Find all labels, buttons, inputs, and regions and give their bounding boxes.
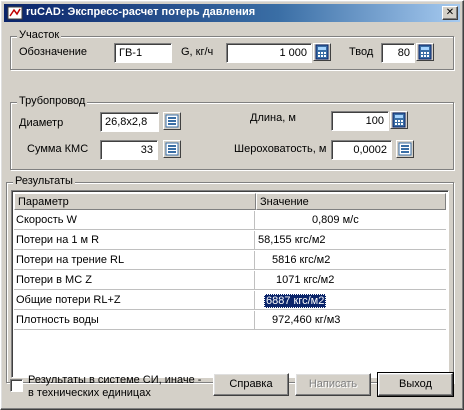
sherokhovatost-field[interactable]: 0,0002 bbox=[331, 140, 392, 160]
oboznachenie-label: Обозначение bbox=[19, 46, 88, 58]
app-window: ruCAD: Экспресс-расчет потерь давления ✕… bbox=[0, 0, 464, 410]
g-flow-field[interactable]: 1 000 bbox=[226, 43, 312, 63]
close-icon: ✕ bbox=[445, 7, 455, 18]
window-title: ruCAD: Экспресс-расчет потерь давления bbox=[26, 6, 256, 18]
write-button[interactable]: Написать bbox=[295, 373, 371, 396]
param-cell: Потери в МС Z bbox=[14, 271, 255, 290]
list-icon bbox=[398, 142, 412, 156]
dlina-field[interactable]: 100 bbox=[331, 111, 389, 131]
results-grid[interactable]: Параметр Значение Скорость W 0,809 м/с П… bbox=[11, 190, 449, 378]
summa-kms-field[interactable]: 33 bbox=[100, 140, 158, 160]
g-calc-button[interactable] bbox=[313, 43, 331, 61]
section-truboprovod-title: Трубопровод bbox=[17, 95, 88, 107]
list-icon bbox=[165, 142, 179, 156]
tvod-label: Твод bbox=[349, 46, 374, 58]
summa-kms-label: Сумма КМС bbox=[27, 143, 89, 155]
table-row[interactable]: Общие потери RL+Z 6887 кгс/м2 bbox=[14, 291, 446, 310]
tvod-calc-button[interactable] bbox=[416, 43, 434, 61]
value-cell: 0,809 м/с bbox=[312, 214, 359, 226]
column-header-param[interactable]: Параметр bbox=[14, 193, 256, 210]
summa-kms-list-button[interactable] bbox=[163, 140, 181, 158]
param-cell: Скорость W bbox=[14, 211, 255, 230]
value-cell: 972,460 кг/м3 bbox=[272, 314, 341, 326]
value-cell: 6887 кгс/м2 bbox=[256, 291, 446, 310]
dlina-label: Длина, м bbox=[250, 112, 296, 124]
param-cell: Потери на 1 м R bbox=[14, 231, 255, 250]
sherokhovatost-list-button[interactable] bbox=[396, 140, 414, 158]
value-cell: 1071 кгс/м2 bbox=[276, 274, 335, 286]
table-row[interactable]: Потери на трение RL 5816 кгс/м2 bbox=[14, 251, 446, 270]
param-cell: Плотность воды bbox=[14, 311, 255, 330]
calculator-icon bbox=[418, 44, 432, 60]
g-flow-label: G, кг/ч bbox=[181, 46, 214, 58]
value-cell: 5816 кгс/м2 bbox=[272, 254, 331, 266]
table-row[interactable]: Скорость W 0,809 м/с bbox=[14, 211, 446, 230]
section-uchastok-title: Участок bbox=[17, 29, 62, 41]
param-cell: Потери на трение RL bbox=[14, 251, 255, 270]
diametr-label: Диаметр bbox=[19, 117, 64, 129]
exit-button[interactable]: Выход bbox=[377, 372, 454, 397]
help-button[interactable]: Справка bbox=[213, 373, 289, 396]
table-row[interactable]: Плотность воды 972,460 кг/м3 bbox=[14, 311, 446, 330]
sherokhovatost-label: Шероховатость, м bbox=[234, 143, 327, 155]
diametr-list-button[interactable] bbox=[163, 112, 181, 130]
calculator-icon bbox=[315, 44, 329, 60]
tvod-field[interactable]: 80 bbox=[381, 43, 415, 63]
diametr-field[interactable]: 26,8х2,8 bbox=[100, 112, 159, 132]
calculator-icon bbox=[392, 112, 406, 128]
close-button[interactable]: ✕ bbox=[442, 6, 458, 20]
oboznachenie-field[interactable]: ГВ-1 bbox=[114, 43, 172, 63]
selected-value[interactable]: 6887 кгс/м2 bbox=[264, 294, 327, 308]
dlina-calc-button[interactable] bbox=[390, 111, 408, 129]
column-header-value[interactable]: Значение bbox=[256, 193, 446, 210]
si-units-label: Результаты в системе СИ, иначе - в техни… bbox=[28, 374, 202, 399]
param-cell: Общие потери RL+Z bbox=[14, 291, 255, 310]
list-icon bbox=[165, 114, 179, 128]
rucad-app-icon bbox=[7, 5, 23, 21]
table-row[interactable]: Потери на 1 м R 58,155 кгс/м2 bbox=[14, 231, 446, 250]
section-results-title: Результаты bbox=[13, 175, 75, 187]
title-bar[interactable]: ruCAD: Экспресс-расчет потерь давления ✕ bbox=[4, 4, 460, 22]
value-cell: 58,155 кгс/м2 bbox=[258, 234, 326, 246]
si-units-checkbox[interactable] bbox=[10, 379, 23, 392]
table-row[interactable]: Потери в МС Z 1071 кгс/м2 bbox=[14, 271, 446, 290]
